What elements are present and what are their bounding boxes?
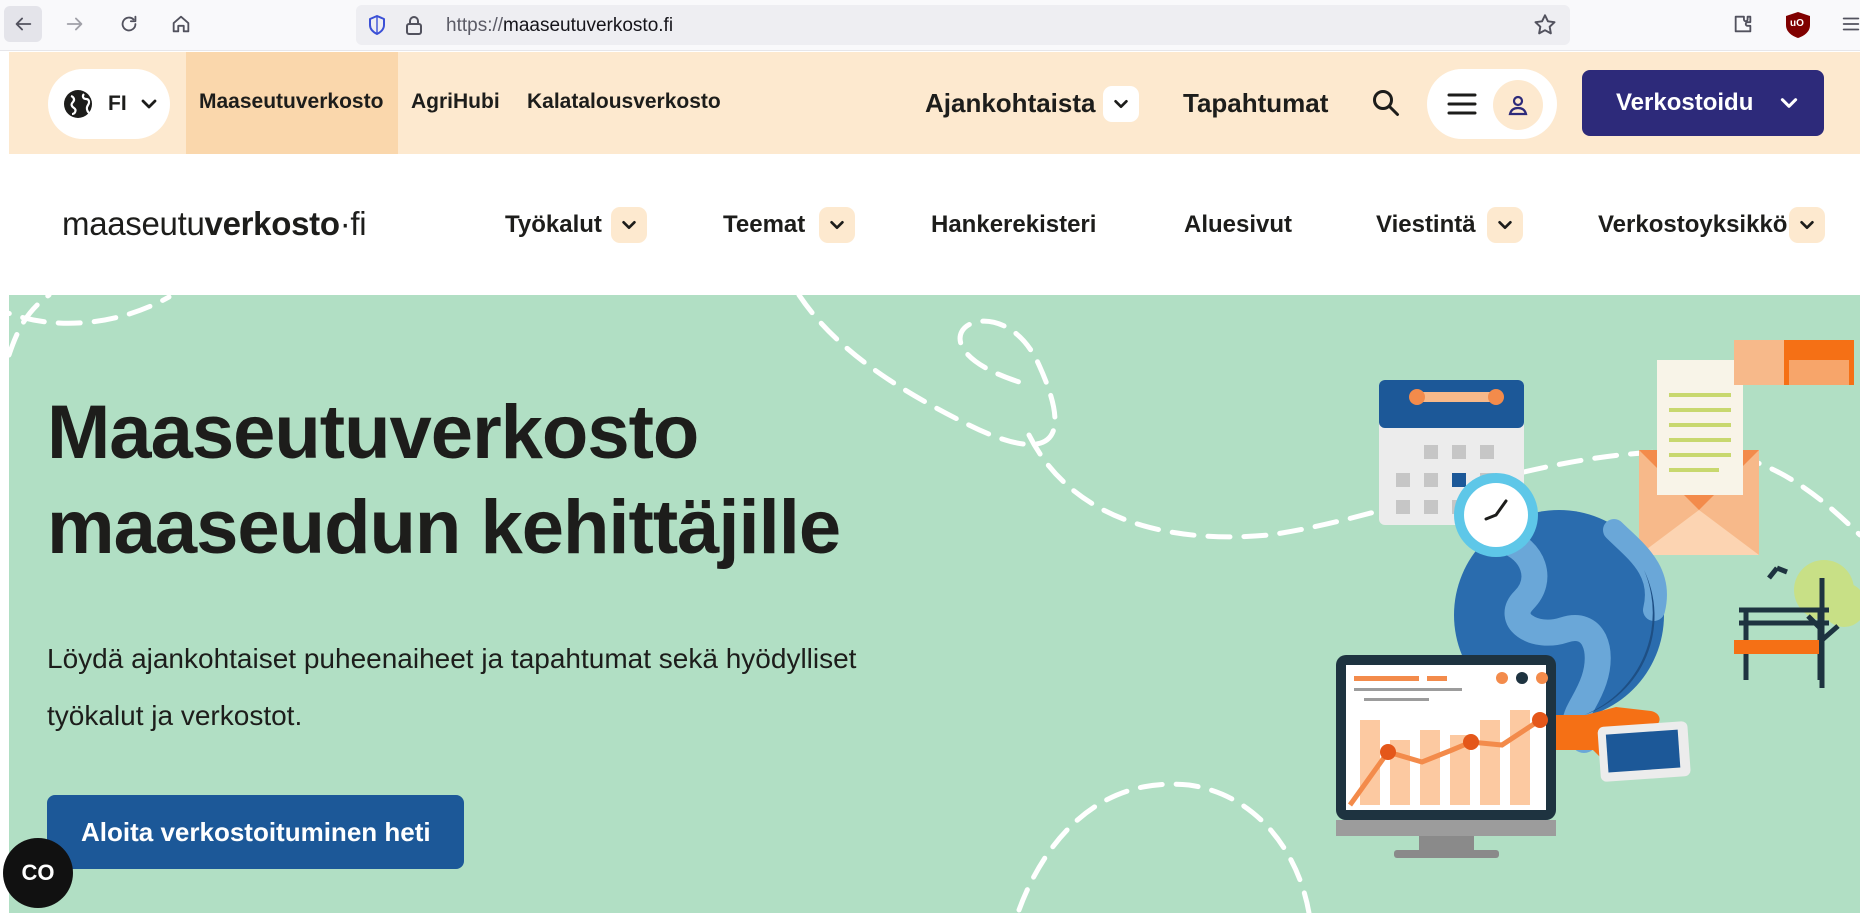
extensions-icon[interactable] (1724, 6, 1762, 42)
networking-illustration (1336, 340, 1860, 858)
address-bar[interactable]: https://maaseutuverkosto.fi (356, 5, 1570, 45)
events-link[interactable]: Tapahtumat (1183, 88, 1328, 119)
news-dropdown-toggle[interactable] (1103, 86, 1139, 122)
chevron-down-icon (139, 94, 159, 114)
shield-icon[interactable] (365, 13, 389, 41)
lock-icon[interactable] (402, 13, 426, 41)
chevron-down-icon (1778, 92, 1800, 118)
logo-part-2: verkosto (204, 205, 340, 242)
start-networking-label: Aloita verkostoituminen heti (81, 817, 431, 847)
logo-part-3: ·fi (339, 205, 367, 242)
nav-item-verkostoyksikko[interactable]: Verkostoyksikkö (1598, 211, 1787, 239)
accessibility-button[interactable]: CO (3, 838, 73, 908)
language-label: FI (108, 92, 127, 115)
nav-item-teemat[interactable]: Teemat (723, 211, 805, 239)
browser-toolbar: https://maaseutuverkosto.fi uO (0, 0, 1860, 51)
nav-dropdown-viestinta[interactable] (1487, 207, 1523, 243)
ublock-icon[interactable]: uO (1784, 11, 1812, 39)
chevron-down-icon (1114, 99, 1128, 109)
hero-title-line-2: maaseudun kehittäjille (47, 485, 841, 570)
chevron-down-icon (622, 220, 636, 230)
back-arrow-icon[interactable] (4, 6, 42, 42)
url-scheme: https:// (446, 15, 504, 36)
hero-title-line-1: Maaseutuverkosto (47, 390, 699, 475)
ublock-label: uO (1790, 18, 1804, 29)
hamburger-icon[interactable] (1447, 90, 1477, 122)
forward-arrow-icon[interactable] (56, 6, 94, 42)
nav-dropdown-verkostoyksikko[interactable] (1789, 207, 1825, 243)
nav-dropdown-teemat[interactable] (819, 207, 855, 243)
hero-description: Löydä ajankohtaiset puheenaiheet ja tapa… (47, 643, 857, 731)
site-logo[interactable]: maaseutuverkosto·fi (62, 205, 367, 243)
chevron-down-icon (830, 220, 844, 230)
nav-item-hankerekisteri[interactable]: Hankerekisteri (931, 211, 1096, 239)
language-selector[interactable]: FI (48, 69, 170, 139)
url-text[interactable]: https://maaseutuverkosto.fi (446, 15, 673, 37)
site-link-maaseutuverkosto[interactable]: Maaseutuverkosto (199, 90, 383, 114)
globe-icon (62, 88, 94, 120)
network-dropdown-button[interactable]: Verkostoidu (1582, 70, 1824, 136)
logo-part-1: maaseutu (62, 205, 205, 242)
star-icon[interactable] (1532, 12, 1558, 42)
site-link-agrihubi[interactable]: AgriHubi (411, 90, 500, 114)
chevron-down-icon (1800, 220, 1814, 230)
user-icon[interactable] (1493, 80, 1543, 130)
site-link-kalatalousverkosto[interactable]: Kalatalousverkosto (527, 90, 721, 114)
start-networking-button[interactable]: Aloita verkostoituminen heti (47, 795, 464, 869)
nav-item-tyokalut[interactable]: Työkalut (505, 211, 602, 239)
menu-icon[interactable] (1832, 6, 1860, 42)
hero-title: Maaseutuverkosto maaseudun kehittäjille (47, 385, 947, 575)
reload-icon[interactable] (110, 6, 148, 42)
menu-account-pill[interactable] (1427, 69, 1557, 139)
network-button-label: Verkostoidu (1616, 89, 1754, 116)
nav-item-viestinta[interactable]: Viestintä (1376, 211, 1476, 239)
url-domain: maaseutuverkosto.fi (503, 15, 674, 36)
search-icon[interactable] (1371, 88, 1401, 122)
nav-item-aluesivut[interactable]: Aluesivut (1184, 211, 1292, 239)
news-link[interactable]: Ajankohtaista (925, 88, 1096, 119)
accessibility-label: CO (21, 860, 55, 885)
chevron-down-icon (1498, 220, 1512, 230)
nav-dropdown-tyokalut[interactable] (611, 207, 647, 243)
home-icon[interactable] (162, 6, 200, 42)
